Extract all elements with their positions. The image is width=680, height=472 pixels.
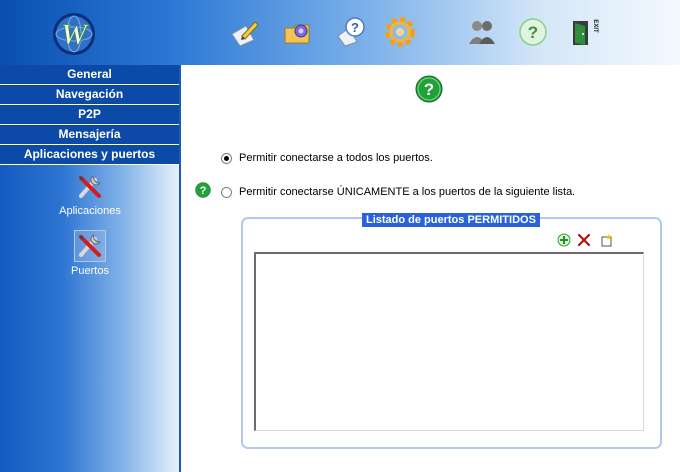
delete-icon[interactable] [577, 233, 591, 247]
radio-row-all-ports: Permitir conectarse a todos los puertos. [221, 152, 433, 164]
help-icon[interactable]: ? [415, 75, 443, 103]
tools-icon [79, 175, 102, 198]
ports-group-title: Listado de puertos PERMITIDOS [362, 213, 540, 227]
ports-list[interactable] [254, 252, 644, 431]
exit-door-icon[interactable]: EXIT [569, 16, 601, 48]
radio-only-listed-label[interactable]: Permitir conectarse ÚNICAMENTE a los pue… [239, 186, 575, 198]
settings-folder-icon[interactable] [282, 16, 314, 48]
users-icon[interactable] [466, 16, 498, 48]
sidebar-item-navegacion[interactable]: Navegación [0, 85, 179, 105]
radio-all-ports-label[interactable]: Permitir conectarse a todos los puertos. [239, 152, 433, 164]
svg-text:?: ? [200, 185, 207, 197]
svg-text:?: ? [528, 23, 538, 42]
sidebar-item-p2p[interactable]: P2P [0, 105, 179, 125]
side-tool-puertos[interactable]: Puertos [44, 230, 136, 277]
side-tool-label: Aplicaciones [59, 205, 121, 217]
svg-text:?: ? [424, 80, 434, 99]
svg-text:?: ? [351, 20, 359, 35]
exit-label: EXIT [592, 19, 598, 33]
side-tool-label: Puertos [71, 265, 109, 277]
help-icon[interactable]: ? [517, 16, 549, 48]
add-icon[interactable] [557, 233, 571, 247]
edit-icon[interactable] [228, 16, 260, 48]
sidebar: General Navegación P2P Mensajería Aplica… [0, 65, 179, 472]
top-toolbar: W ? ? EXIT [0, 0, 680, 65]
sidebar-item-aplicaciones-puertos[interactable]: Aplicaciones y puertos [0, 145, 179, 165]
radio-all-ports[interactable] [221, 152, 232, 164]
radio-only-listed[interactable] [221, 186, 232, 198]
new-icon[interactable] [600, 233, 614, 247]
sidebar-item-general[interactable]: General [0, 65, 179, 85]
logo-letter: W [61, 18, 90, 51]
app-logo: W [53, 13, 95, 55]
ports-group: Listado de puertos PERMITIDOS [241, 213, 662, 449]
radio-row-only-listed: Permitir conectarse ÚNICAMENTE a los pue… [221, 186, 575, 198]
gear-icon[interactable] [384, 16, 416, 48]
side-tool-aplicaciones[interactable]: Aplicaciones [44, 172, 136, 217]
main-panel: ? Permitir conectarse a todos los puerto… [181, 65, 680, 472]
help-icon[interactable]: ? [195, 182, 211, 198]
tools-icon [74, 230, 106, 262]
sidebar-item-mensajeria[interactable]: Mensajería [0, 125, 179, 145]
help-bubble-icon[interactable]: ? [335, 16, 367, 48]
